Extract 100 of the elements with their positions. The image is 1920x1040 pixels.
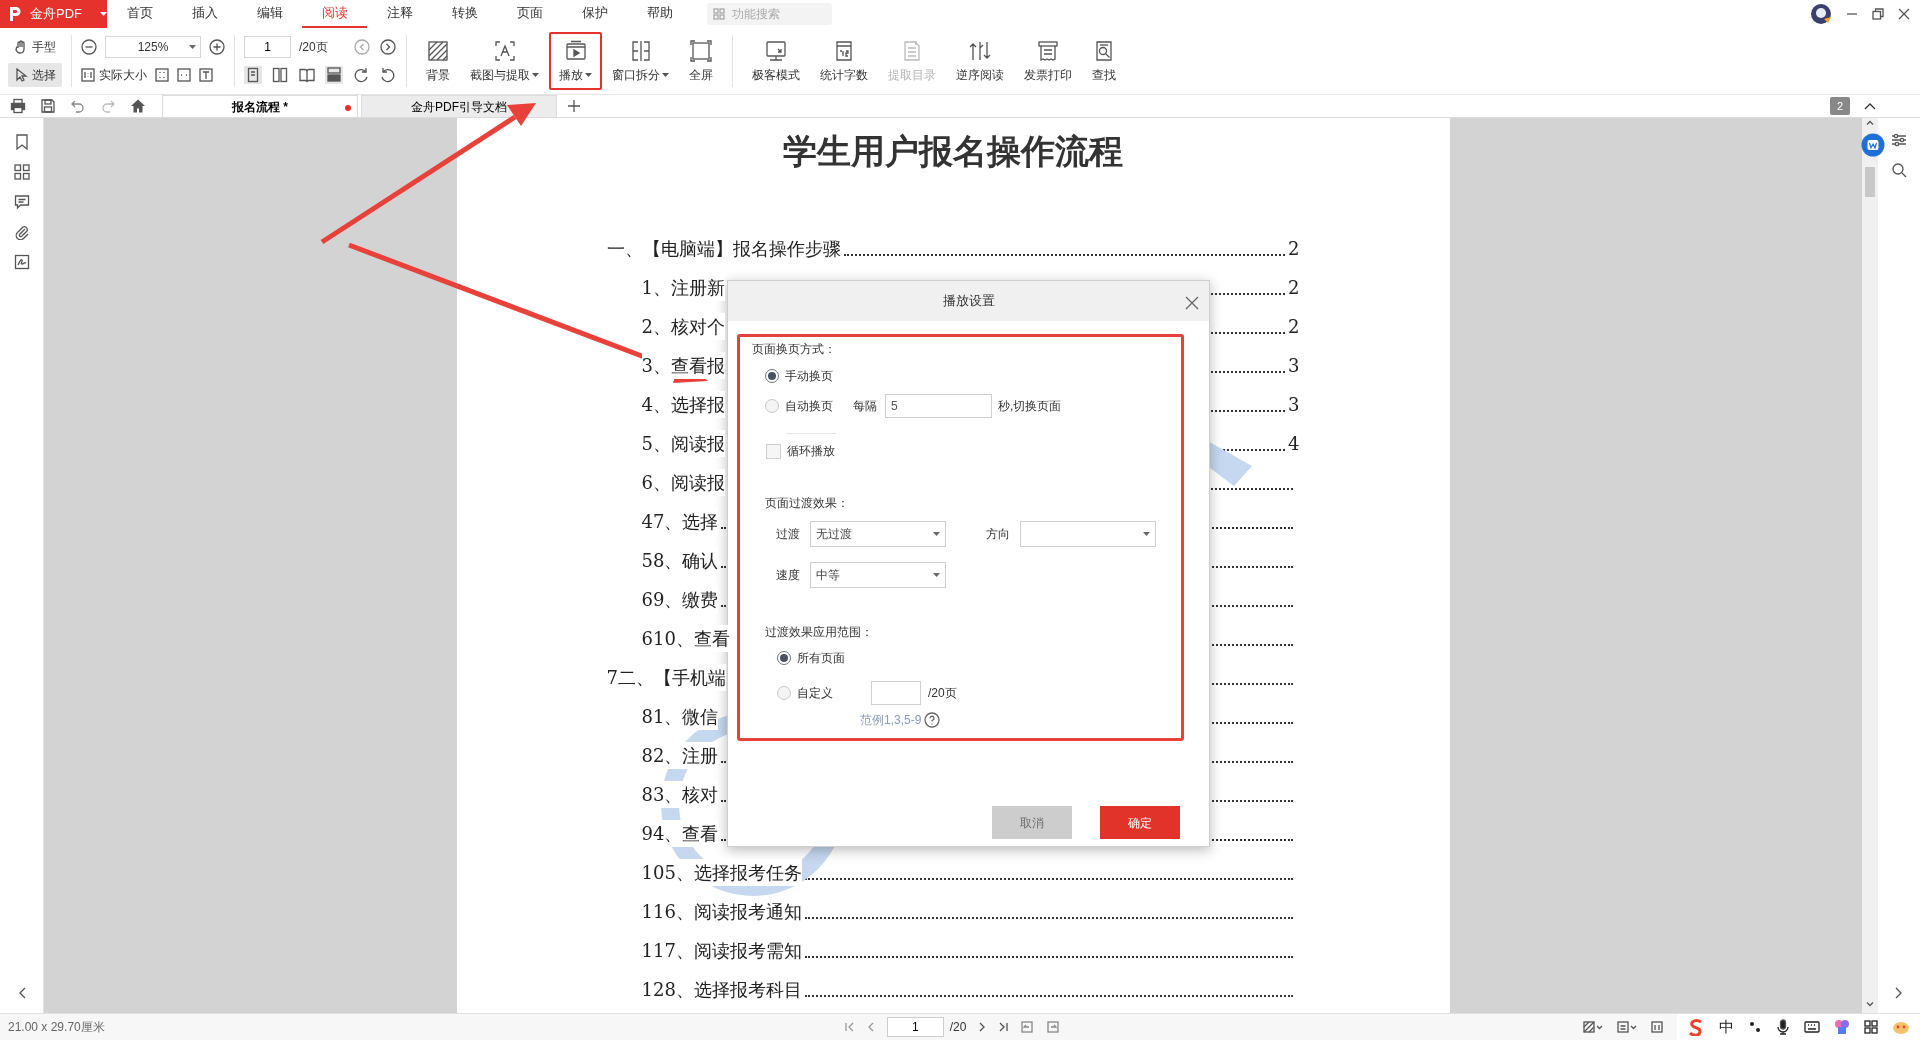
toolbar-button[interactable]: 逆序阅读 bbox=[946, 32, 1014, 90]
toolbar-button[interactable]: 统计字数 bbox=[810, 32, 878, 90]
first-page-icon[interactable] bbox=[844, 1022, 855, 1032]
radio-button[interactable]: 所有页面 bbox=[777, 649, 845, 667]
page-back-icon[interactable] bbox=[1020, 1020, 1035, 1034]
toolbar-button[interactable]: 查找 bbox=[1082, 32, 1126, 90]
toc-entry[interactable]: 3、查看报 bbox=[641, 352, 725, 379]
document-tab[interactable]: 报名流程 * bbox=[162, 95, 358, 117]
collapse-icon[interactable] bbox=[1864, 102, 1876, 110]
tool-button[interactable]: 手型 bbox=[8, 35, 62, 59]
bookmark-icon[interactable] bbox=[13, 134, 30, 150]
dropdown[interactable]: 无过渡 bbox=[810, 521, 946, 547]
page-view-icon[interactable] bbox=[1617, 1021, 1637, 1033]
zoom-dropdown[interactable]: 125% bbox=[105, 36, 201, 58]
keyboard-icon[interactable] bbox=[1804, 1020, 1820, 1034]
add-tab-icon[interactable] bbox=[568, 100, 580, 112]
toc-entry[interactable]: 82、注册 bbox=[641, 742, 719, 769]
punctuation-icon[interactable] bbox=[1748, 1020, 1762, 1034]
next-page-icon[interactable] bbox=[978, 1022, 987, 1032]
scroll-page-icon[interactable] bbox=[325, 66, 343, 84]
play-icon bbox=[563, 38, 588, 63]
restore-icon[interactable] bbox=[1872, 8, 1884, 20]
text-box-icon[interactable] bbox=[199, 68, 213, 82]
menu-tab[interactable]: 编辑 bbox=[237, 0, 302, 28]
page-number-field[interactable]: 1 bbox=[244, 36, 291, 58]
close-icon[interactable] bbox=[1898, 8, 1910, 20]
document-tab[interactable]: 金舟PDF引导文档 bbox=[361, 95, 557, 117]
toolbar-button[interactable]: 全屏 bbox=[679, 32, 723, 90]
close-icon bbox=[1185, 295, 1199, 310]
toc-entry[interactable]: 94、查看 bbox=[641, 820, 719, 847]
caret-icon[interactable] bbox=[100, 12, 107, 16]
zoom-out-icon[interactable] bbox=[81, 39, 97, 55]
toolbar-button[interactable]: 极客模式 bbox=[742, 32, 810, 90]
previous-page-icon[interactable] bbox=[866, 1022, 875, 1032]
ratio-icon[interactable] bbox=[1651, 1021, 1663, 1033]
interval-field[interactable]: 5 bbox=[885, 394, 992, 418]
save-icon[interactable] bbox=[40, 98, 56, 114]
menu-tab[interactable]: 转换 bbox=[432, 0, 497, 28]
actual-size-button[interactable]: 实际大小 bbox=[81, 63, 147, 87]
hatched-view-icon[interactable] bbox=[1583, 1021, 1603, 1033]
rotate-clockwise-icon[interactable] bbox=[352, 66, 370, 84]
scroll-up-icon[interactable] bbox=[1866, 120, 1874, 125]
toc-entry[interactable]: 105、选择报考任务 bbox=[641, 859, 802, 886]
tool-button[interactable]: 选择 bbox=[8, 63, 62, 87]
single-page-icon[interactable] bbox=[244, 66, 262, 84]
attachment-icon[interactable] bbox=[13, 224, 30, 240]
menu-tab[interactable]: 保护 bbox=[562, 0, 627, 28]
scrollbar-thumb[interactable] bbox=[1865, 167, 1875, 197]
fit-page-icon[interactable] bbox=[155, 68, 169, 82]
menu-tab[interactable]: 注释 bbox=[367, 0, 432, 28]
fit-width-icon[interactable] bbox=[177, 68, 191, 82]
menu-tab[interactable]: 页面 bbox=[497, 0, 562, 28]
home-icon[interactable] bbox=[130, 98, 146, 114]
toolbar-button[interactable]: 播放 bbox=[549, 32, 602, 90]
microphone-icon[interactable] bbox=[1776, 1019, 1790, 1035]
menu-tab[interactable]: 插入 bbox=[172, 0, 237, 28]
two-column-icon[interactable] bbox=[271, 66, 289, 84]
grid-icon[interactable] bbox=[1864, 1020, 1878, 1034]
last-page-icon[interactable] bbox=[998, 1022, 1009, 1032]
zoom-in-icon[interactable] bbox=[209, 39, 225, 55]
undo-icon[interactable] bbox=[70, 98, 86, 114]
toolbar-button[interactable]: 窗口拆分 bbox=[602, 32, 679, 90]
page-range-field[interactable] bbox=[871, 681, 921, 705]
avatar-icon[interactable] bbox=[1810, 3, 1832, 25]
dropdown[interactable]: 中等 bbox=[810, 562, 946, 588]
menu-tab[interactable]: 阅读 bbox=[302, 0, 367, 28]
help-icon[interactable] bbox=[924, 712, 941, 728]
radio-button[interactable]: 手动换页 bbox=[765, 367, 833, 385]
page-forward-icon[interactable] bbox=[1046, 1020, 1061, 1034]
checkbox[interactable]: 循环播放 bbox=[766, 442, 835, 460]
expand-panel-icon[interactable] bbox=[17, 987, 26, 999]
toolbar-button[interactable]: 截图与提取 bbox=[460, 32, 549, 90]
book-icon[interactable] bbox=[298, 66, 316, 84]
toolbar-button[interactable]: 发票打印 bbox=[1014, 32, 1082, 90]
input-mode-toggle[interactable]: 中 bbox=[1719, 1015, 1734, 1039]
mascot-icon[interactable] bbox=[1892, 1019, 1910, 1035]
toc-entry[interactable]: 610、查看 bbox=[641, 625, 730, 652]
assistant-icon[interactable] bbox=[1861, 133, 1885, 157]
next-page-icon[interactable] bbox=[379, 39, 396, 55]
menu-tab[interactable]: 帮助 bbox=[627, 0, 692, 28]
search-field[interactable]: 功能搜索 bbox=[730, 4, 820, 24]
search-box[interactable]: 功能搜索 bbox=[707, 3, 832, 25]
shapes-icon[interactable] bbox=[1834, 1019, 1850, 1035]
dialog-button[interactable]: 确定 bbox=[1100, 806, 1180, 839]
signature-icon[interactable] bbox=[13, 254, 30, 270]
collapse-panel-icon[interactable] bbox=[1895, 987, 1903, 999]
radio-button[interactable]: 自动换页 bbox=[765, 397, 833, 415]
thumbnails-icon[interactable] bbox=[13, 164, 30, 180]
search-icon[interactable] bbox=[1891, 162, 1907, 178]
menu-tab[interactable]: 首页 bbox=[107, 0, 172, 28]
input-method-logo-icon[interactable] bbox=[1687, 1018, 1705, 1036]
radio-button[interactable]: 自定义 bbox=[777, 684, 833, 702]
scroll-down-icon[interactable] bbox=[1866, 1002, 1874, 1007]
comment-icon[interactable] bbox=[13, 194, 30, 210]
print-icon[interactable] bbox=[10, 98, 26, 114]
settings-sliders-icon[interactable] bbox=[1891, 132, 1907, 148]
toc-entry[interactable]: 83、核对 bbox=[641, 781, 719, 808]
rotate-counterclockwise-icon[interactable] bbox=[379, 66, 397, 84]
toolbar-button[interactable]: 背景 bbox=[416, 32, 460, 90]
page-number-field[interactable]: 1 bbox=[886, 1017, 944, 1037]
